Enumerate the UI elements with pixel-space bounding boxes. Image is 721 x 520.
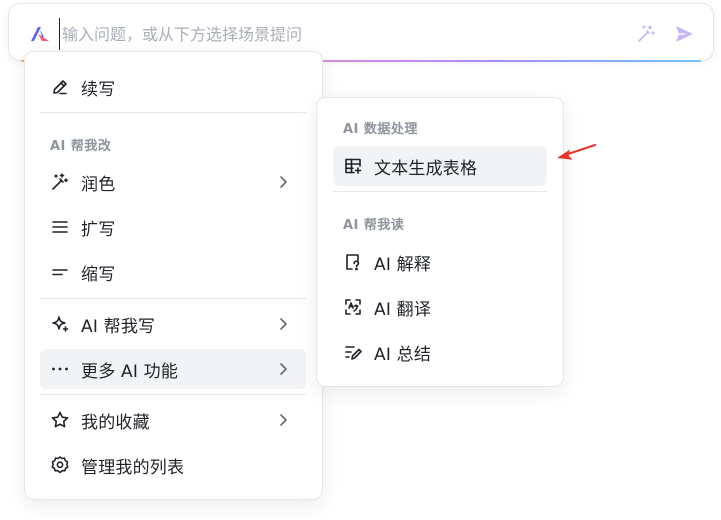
menu-item-ai-write[interactable]: AI 帮我写 — [40, 304, 306, 344]
menu-item-label: 我的收藏 — [81, 412, 150, 433]
submenu-item-explain[interactable]: AI 解释 — [333, 242, 547, 282]
menu-item-continue-write[interactable]: 续写 — [40, 67, 306, 107]
stage: 续写 AI 帮我改 润色 扩写 — [0, 0, 721, 520]
translate-icon — [342, 296, 364, 318]
doc-question-icon — [342, 251, 364, 273]
chevron-right-icon — [280, 318, 287, 330]
submenu-item-label: AI 总结 — [374, 344, 432, 365]
star-icon — [49, 409, 71, 431]
menu-item-label: 润色 — [81, 174, 116, 195]
ai-question-input[interactable] — [59, 18, 619, 50]
lines-icon — [49, 216, 71, 238]
menu-item-label: 续写 — [81, 79, 116, 100]
send-icon — [676, 26, 693, 42]
summary-icon — [342, 341, 364, 363]
submenu-item-label: AI 解释 — [374, 254, 432, 275]
divider — [333, 191, 547, 192]
menu-item-label: AI 帮我写 — [81, 316, 156, 337]
chevron-right-icon — [280, 363, 287, 375]
submenu-item-summarize[interactable]: AI 总结 — [333, 332, 547, 372]
short-line-icon — [49, 261, 71, 283]
divider — [40, 112, 306, 113]
chevron-right-icon — [280, 414, 287, 426]
section-label-ai-edit: AI 帮我改 — [50, 139, 112, 154]
menu-item-manage-list[interactable]: 管理我的列表 — [40, 445, 306, 485]
chevron-right-icon — [280, 176, 287, 188]
send-button[interactable] — [672, 22, 696, 46]
magic-wand-button[interactable] — [634, 22, 658, 46]
ai-logo-icon — [31, 27, 49, 41]
more-dots-icon — [49, 358, 71, 380]
menu-item-label: 缩写 — [81, 264, 116, 285]
submenu-item-label: 文本生成表格 — [374, 158, 478, 179]
menu-item-shorten[interactable]: 缩写 — [40, 252, 306, 292]
wand-sparkle-icon — [49, 171, 71, 193]
submenu-item-translate[interactable]: AI 翻译 — [333, 287, 547, 327]
menu-item-expand[interactable]: 扩写 — [40, 207, 306, 247]
menu-item-label: 更多 AI 功能 — [81, 361, 179, 382]
magic-wand-icon — [638, 25, 655, 42]
divider — [40, 394, 306, 395]
gear-icon — [49, 454, 71, 476]
sparkle-star-icon — [49, 313, 71, 335]
submenu-item-label: AI 翻译 — [374, 299, 432, 320]
menu-item-more-ai[interactable]: 更多 AI 功能 — [40, 349, 306, 389]
submenu-item-text-to-table[interactable]: 文本生成表格 — [333, 146, 547, 186]
divider — [40, 298, 306, 299]
pointer-arrow-icon — [557, 143, 597, 160]
more-ai-submenu: AI 数据处理 文本生成表格 AI 帮我读 AI 解释 AI 翻译 AI 总结 — [316, 97, 564, 387]
menu-item-favorites[interactable]: 我的收藏 — [40, 400, 306, 440]
section-label-ai-data: AI 数据处理 — [343, 122, 418, 137]
main-menu: 续写 AI 帮我改 润色 扩写 缩写 AI 帮我写 更多 AI 功能 我的收藏 … — [24, 51, 323, 500]
table-sparkle-icon — [342, 155, 364, 177]
pen-icon — [49, 76, 71, 98]
menu-item-label: 管理我的列表 — [81, 457, 185, 478]
section-label-ai-read: AI 帮我读 — [343, 218, 405, 233]
menu-item-label: 扩写 — [81, 219, 116, 240]
menu-item-polish[interactable]: 润色 — [40, 162, 306, 202]
